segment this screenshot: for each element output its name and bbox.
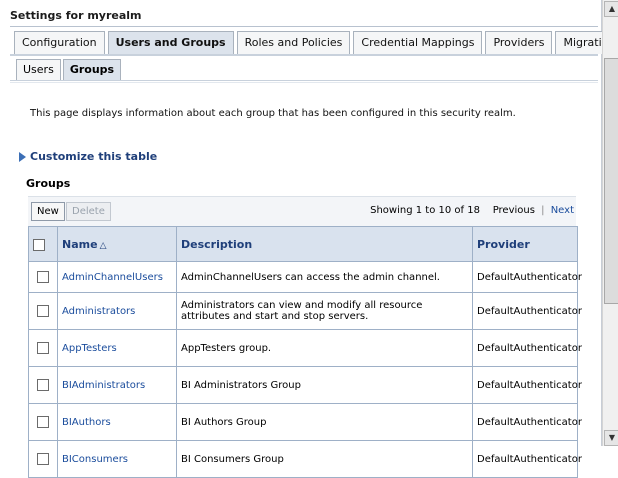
row-select-cell — [28, 403, 58, 441]
scroll-up-arrow-icon[interactable]: ▲ — [604, 1, 618, 17]
main-tabbar: Configuration Users and Groups Roles and… — [14, 31, 618, 55]
group-provider-cell: DefaultAuthenticator — [472, 292, 582, 330]
table-row: BIConsumers BI Consumers Group DefaultAu… — [28, 440, 582, 478]
customize-table-link[interactable]: Customize this table — [19, 150, 157, 163]
group-name-cell: BIAdministrators — [57, 366, 177, 404]
row-checkbox[interactable] — [37, 342, 49, 354]
select-all-cell — [28, 226, 58, 262]
scroll-down-arrow-icon[interactable]: ▼ — [604, 430, 618, 446]
group-provider-cell: DefaultAuthenticator — [472, 366, 582, 404]
row-checkbox[interactable] — [37, 379, 49, 391]
tabbar-divider — [10, 54, 598, 56]
showing-count: Showing 1 to 10 of 18 — [370, 205, 480, 216]
group-provider-cell: DefaultAuthenticator — [472, 329, 582, 367]
row-select-cell — [28, 292, 58, 330]
row-select-cell — [28, 261, 58, 293]
intro-text: This page displays information about eac… — [30, 108, 516, 119]
row-select-cell — [28, 366, 58, 404]
group-name-link[interactable]: BIAuthors — [62, 417, 111, 428]
table-row: AppTesters AppTesters group. DefaultAuth… — [28, 329, 582, 367]
groups-table: Name △ Description Provider AdminChannelU… — [28, 226, 582, 478]
table-header-row: Name △ Description Provider — [28, 226, 578, 262]
row-checkbox[interactable] — [37, 453, 49, 465]
tab-providers[interactable]: Providers — [485, 31, 553, 54]
subtab-divider — [10, 80, 598, 81]
new-button[interactable]: New — [31, 202, 65, 221]
subtab-divider-light — [10, 82, 598, 83]
group-name-link[interactable]: AppTesters — [62, 343, 117, 354]
group-provider-cell: DefaultAuthenticator — [472, 403, 582, 441]
group-description-cell: BI Authors Group — [176, 403, 473, 441]
group-name-cell: AppTesters — [57, 329, 177, 367]
group-description-cell: AppTesters group. — [176, 329, 473, 367]
row-checkbox[interactable] — [37, 271, 49, 283]
previous-label: Previous — [492, 205, 535, 216]
group-name-cell: BIConsumers — [57, 440, 177, 478]
table-row: BIAdministrators BI Administrators Group… — [28, 366, 582, 404]
row-checkbox[interactable] — [37, 416, 49, 428]
group-name-link[interactable]: Administrators — [62, 306, 135, 317]
group-name-cell: BIAuthors — [57, 403, 177, 441]
group-provider-cell: DefaultAuthenticator — [472, 261, 582, 293]
group-description-cell: AdminChannelUsers can access the admin c… — [176, 261, 473, 293]
group-description-cell: BI Administrators Group — [176, 366, 473, 404]
sort-ascending-icon[interactable]: △ — [100, 241, 107, 251]
table-row: Administrators Administrators can view a… — [28, 292, 582, 330]
pager-separator: | — [541, 205, 545, 216]
groups-heading: Groups — [26, 177, 71, 190]
tab-users-and-groups[interactable]: Users and Groups — [107, 31, 234, 54]
settings-panel: Settings for myrealm Configuration Users… — [0, 0, 618, 478]
row-checkbox[interactable] — [37, 305, 49, 317]
tab-configuration[interactable]: Configuration — [14, 31, 105, 54]
column-header-provider[interactable]: Provider — [472, 226, 578, 262]
subtab-groups[interactable]: Groups — [62, 59, 122, 80]
sub-tabbar: Users Groups — [16, 59, 123, 81]
group-name-link[interactable]: BIAdministrators — [62, 380, 145, 391]
table-row: BIAuthors BI Authors Group DefaultAuthen… — [28, 403, 582, 441]
scrollbar-thumb[interactable] — [604, 58, 618, 304]
column-header-name[interactable]: Name △ — [57, 226, 177, 262]
group-name-cell: AdminChannelUsers — [57, 261, 177, 293]
tab-credential-mappings[interactable]: Credential Mappings — [353, 31, 483, 54]
vertical-scrollbar[interactable]: ▲ ▼ — [602, 0, 618, 446]
table-row: AdminChannelUsers AdminChannelUsers can … — [28, 261, 582, 293]
row-select-cell — [28, 329, 58, 367]
row-select-cell — [28, 440, 58, 478]
group-provider-cell: DefaultAuthenticator — [472, 440, 582, 478]
pagination: Showing 1 to 10 of 18 Previous | Next — [370, 205, 574, 216]
group-name-link[interactable]: AdminChannelUsers — [62, 272, 163, 283]
group-description-cell: Administrators can view and modify all r… — [176, 292, 473, 330]
title-divider — [10, 26, 598, 27]
subtab-users[interactable]: Users — [16, 59, 61, 80]
customize-table-label: Customize this table — [30, 150, 158, 163]
next-link[interactable]: Next — [551, 205, 574, 216]
group-name-link[interactable]: BIConsumers — [62, 454, 128, 465]
select-all-checkbox[interactable] — [33, 238, 45, 251]
delete-button: Delete — [66, 202, 111, 221]
column-header-name-label: Name — [62, 237, 98, 251]
group-name-cell: Administrators — [57, 292, 177, 330]
group-description-cell: BI Consumers Group — [176, 440, 473, 478]
page-title: Settings for myrealm — [10, 9, 142, 22]
tab-roles-and-policies[interactable]: Roles and Policies — [236, 31, 351, 54]
column-header-description[interactable]: Description — [176, 226, 473, 262]
table-toolbar: New Delete Showing 1 to 10 of 18 Previou… — [28, 196, 576, 227]
expand-triangle-icon — [19, 151, 26, 162]
